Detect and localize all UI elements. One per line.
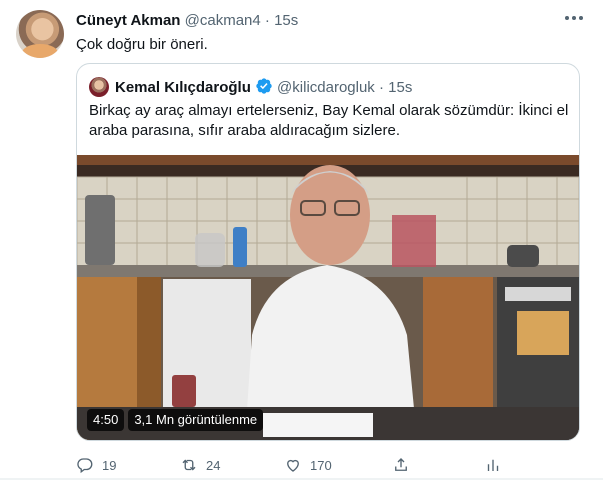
analytics-icon [487,459,499,471]
share-icon [395,458,407,471]
quoted-text-line1: Birkaç ay araç almayı ertelerseniz, Bay … [89,102,569,119]
retweet-icon [182,459,196,471]
quoted-tweet[interactable]: Kemal Kılıçdaroğlu @kilicdarogluk · 15s … [76,63,580,441]
verified-badge-icon [256,78,272,94]
avatar[interactable] [16,10,64,58]
heart-icon [287,459,299,472]
quoted-text-line2: araba parasına, sıfır araba aldıracağım … [89,122,400,139]
share-button[interactable] [392,454,410,476]
video-badge: 4:50 3,1 Mn görüntülenme [87,409,264,431]
reply-button[interactable]: 19 [76,454,116,476]
avatar-shirt [22,44,58,58]
quoted-time[interactable]: 15s [388,79,412,96]
tweet-time[interactable]: 15s [274,12,298,29]
retweet-button[interactable]: 24 [180,454,220,476]
tweet-text: Çok doğru bir öneri. [76,36,208,53]
like-count: 170 [310,457,332,473]
tweet-card[interactable]: Cüneyt Akman @cakman4 · 15s Çok doğru bi… [0,0,603,480]
quoted-header: Kemal Kılıçdaroğlu @kilicdarogluk · 15s [115,77,412,98]
action-bar: 19 24 170 [76,454,516,476]
author-handle[interactable]: @cakman4 [185,12,261,29]
reply-icon [77,458,93,474]
quoted-text: Birkaç ay araç almayı ertelerseniz, Bay … [89,101,569,141]
video-views: 3,1 Mn görüntülenme [128,409,264,431]
quoted-separator-dot: · [378,79,384,96]
separator-dot: · [264,12,270,29]
tweet-header: Cüneyt Akman @cakman4 · 15s [76,12,298,32]
video-duration: 4:50 [87,409,125,431]
quoted-author-handle[interactable]: @kilicdarogluk [277,79,375,96]
like-button[interactable]: 170 [284,454,332,476]
quoted-avatar[interactable] [89,77,109,97]
reply-count: 19 [102,457,117,473]
retweet-count: 24 [206,457,221,473]
video-frame [77,155,579,440]
video-player[interactable]: 4:50 3,1 Mn görüntülenme [77,155,579,440]
author-name[interactable]: Cüneyt Akman [76,12,180,29]
quoted-author-name[interactable]: Kemal Kılıçdaroğlu [115,79,251,96]
analytics-button[interactable] [484,454,502,476]
more-icon[interactable] [562,6,586,30]
